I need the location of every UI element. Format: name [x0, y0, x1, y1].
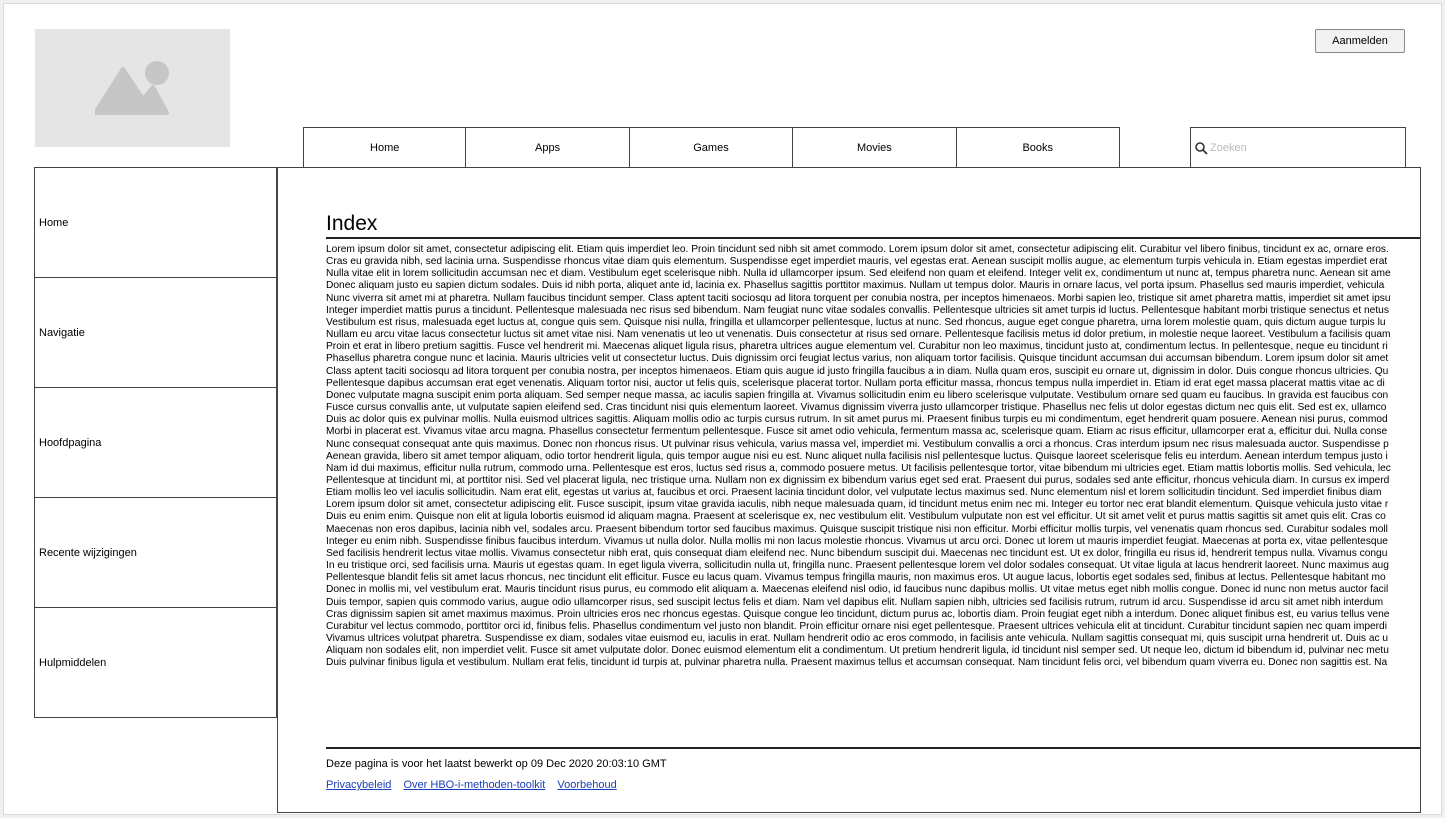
- body-text-line: Donec vulputate magna suscipit enim port…: [326, 389, 1389, 401]
- body-text-line: Vivamus ultrices volutpat pharetra. Susp…: [326, 633, 1389, 644]
- body-text-line: Integer eu enim nibh. Suspendisse finibu…: [326, 535, 1388, 547]
- body-text-line: Maecenas non eros dapibus, lacinia nibh …: [326, 523, 1388, 535]
- body-text-line: In eu tristique orci, sed facilisis urna…: [326, 560, 1389, 572]
- body-text-line: Lorem ipsum dolor sit amet, consectetur …: [326, 499, 1389, 511]
- body-text-line: Fusce cursus convallis ante, ut vulputat…: [326, 402, 1387, 414]
- footer-divider: [326, 747, 1420, 749]
- sidebar-item-home[interactable]: Home: [35, 168, 276, 278]
- body-text-line: Duis eu enim enim. Quisque non elit at l…: [326, 511, 1386, 523]
- tab-apps[interactable]: Apps: [466, 127, 630, 168]
- sidebar: Home Navigatie Hoofdpagina Recente wijzi…: [34, 167, 277, 718]
- body-text-line: Proin et erat in libero pretium sagittis…: [326, 341, 1388, 353]
- tab-books[interactable]: Books: [956, 127, 1120, 168]
- body-text-line: Class aptent taciti sociosqu ad litora t…: [326, 365, 1389, 377]
- sidebar-item-hoofdpagina[interactable]: Hoofdpagina: [35, 388, 276, 498]
- tab-games[interactable]: Games: [629, 127, 794, 168]
- body-text-line: Cras dignissim sapien sit amet maximus m…: [326, 608, 1390, 620]
- sidebar-item-recente-wijzigingen[interactable]: Recente wijzigingen: [35, 498, 276, 608]
- body-text-line: Sed facilisis hendrerit lectus vitae mol…: [326, 547, 1388, 559]
- body-text-line: Cras eu gravida nibh, sed lacinia urna. …: [326, 256, 1388, 268]
- body-text-line: Nam id dui maximus, efficitur nulla rutr…: [326, 462, 1391, 474]
- body-text-line: Nunc viverra sit amet mi at pharetra. Nu…: [326, 292, 1391, 304]
- body-text-line: Pellentesque blandit felis sit amet lacu…: [326, 572, 1386, 584]
- body-text-line: Aenean gravida, libero sit amet tempor a…: [326, 450, 1388, 462]
- sidebar-item-label: Navigatie: [39, 326, 85, 339]
- footer-links: Privacybeleid Over HBO-i-methoden-toolki…: [326, 779, 626, 791]
- body-text-line: Duis ac dolor quis ex pulvinar mollis. N…: [326, 414, 1388, 426]
- sidebar-item-label: Recente wijzigingen: [39, 546, 137, 559]
- body-text-line: Morbi in placerat est. Vivamus vitae arc…: [326, 426, 1388, 438]
- sidebar-item-hulpmiddelen[interactable]: Hulpmiddelen: [35, 608, 276, 718]
- body-text-line: Phasellus pharetra congue nunc et lacini…: [326, 353, 1389, 365]
- sidebar-item-label: Hulpmiddelen: [39, 657, 107, 669]
- body-text-line: Etiam mollis leo vel iaculis sollicitudi…: [326, 487, 1382, 499]
- logo-placeholder: [35, 29, 230, 147]
- title-divider: [326, 237, 1420, 239]
- login-button[interactable]: Aanmelden: [1315, 29, 1405, 53]
- body-text-line: Aliquam non sodales elit, non imperdiet …: [326, 645, 1389, 657]
- body-text-line: Donec aliquam justo eu sapien dictum sod…: [326, 280, 1385, 292]
- search-box[interactable]: [1190, 127, 1406, 168]
- body-text-line: Duis pulvinar finibus ligula et vestibul…: [326, 657, 1388, 669]
- last-edited-note: Deze pagina is voor het laatst bewerkt o…: [326, 758, 667, 770]
- body-text-line: Curabitur vel lectus commodo, porttitor …: [326, 620, 1387, 632]
- sidebar-item-label: Home: [39, 216, 69, 229]
- privacy-link[interactable]: Privacybeleid: [326, 779, 391, 791]
- body-text-line: Pellentesque dapibus accumsan erat eget …: [326, 377, 1385, 389]
- search-input[interactable]: [1210, 142, 1390, 154]
- main-content: Index Lorem ipsum dolor sit amet, consec…: [277, 167, 1421, 813]
- tab-home[interactable]: Home: [303, 127, 467, 168]
- sidebar-item-navigatie[interactable]: Navigatie: [35, 278, 276, 388]
- page-title: Index: [326, 212, 378, 235]
- top-navigation: Home Apps Games Movies Books: [303, 127, 1120, 168]
- tab-movies[interactable]: Movies: [793, 127, 957, 168]
- sidebar-item-label: Hoofdpagina: [39, 436, 102, 449]
- body-text-line: Integer imperdiet mattis purus a tincidu…: [326, 304, 1389, 316]
- image-placeholder-icon: [95, 61, 169, 115]
- article-body: Lorem ipsum dolor sit amet, consectetur …: [326, 244, 1420, 742]
- body-text-line: Donec in mollis mi, vel vestibulum erat.…: [326, 584, 1389, 596]
- body-text-line: Nunc consequat consequat ante quis maxim…: [326, 438, 1389, 450]
- search-icon: [1195, 141, 1208, 155]
- disclaimer-link[interactable]: Voorbehoud: [557, 779, 616, 791]
- about-link[interactable]: Over HBO-i-methoden-toolkit: [403, 779, 545, 791]
- body-text-line: Duis tempor, sapien quis commodo varius,…: [326, 596, 1384, 608]
- body-text-line: Nullam eu arcu vitae lacus consectetur l…: [326, 329, 1391, 341]
- body-text-line: Vestibulum est risus, malesuada eget luc…: [326, 316, 1386, 328]
- body-text-line: Pellentesque at tincidunt mi, at porttit…: [326, 474, 1390, 486]
- body-text-line: Nulla vitae elit in lorem sollicitudin a…: [326, 268, 1391, 280]
- body-text-line: Lorem ipsum dolor sit amet, consectetur …: [326, 244, 1389, 255]
